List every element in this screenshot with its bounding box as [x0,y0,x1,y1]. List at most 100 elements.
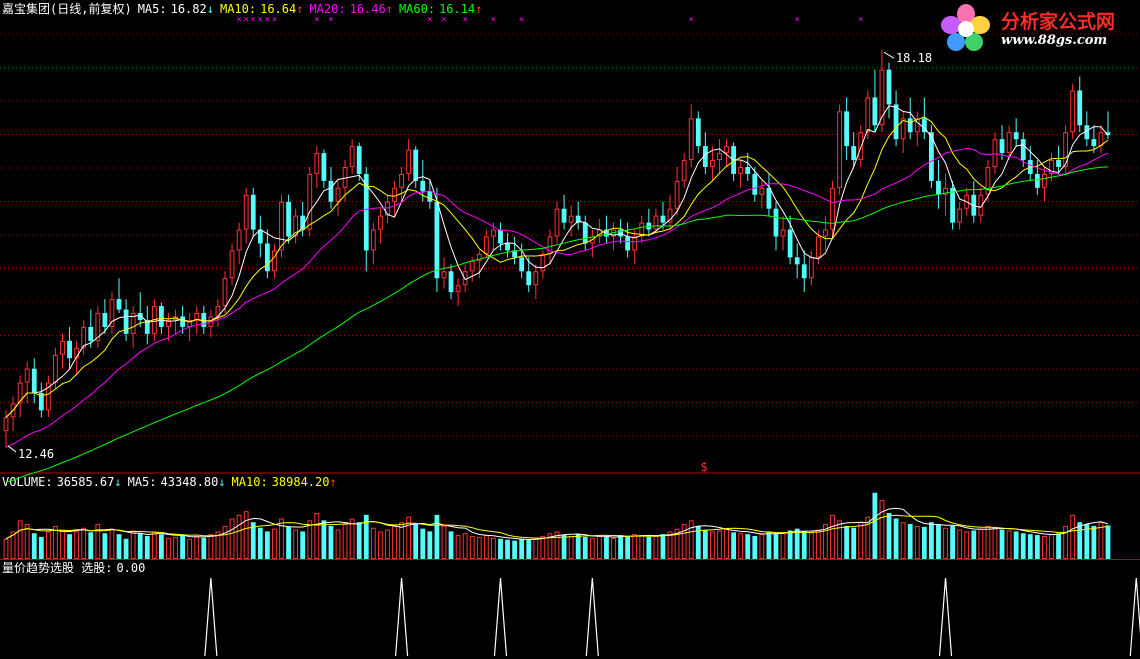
logo: 分析家公式网 www.88gs.com [935,3,1138,53]
signal-x-marker: × [236,15,241,25]
flower-logo-icon [941,4,990,51]
candle-body-up [399,173,404,188]
volume-bar-down [519,538,525,559]
candle-body-up [377,215,383,230]
volume-bar-down [67,534,72,559]
signal-x-marker: × [251,15,256,25]
volume-bar-up [109,528,115,560]
volume-bar-down [257,527,263,559]
volume-bar-down [31,533,37,559]
low-price-label: 12.46 [18,447,54,461]
volume-bar-up [1049,534,1054,559]
volume-bar-down [604,536,609,559]
candle-body-up [491,229,496,237]
volume-bar-down [618,535,623,559]
candle-body-down [936,180,941,195]
candle-body-down [413,149,419,181]
candle-body-up [335,187,341,202]
candle-body-up [24,368,30,383]
volume-bar-down [102,533,108,559]
volume-bar-up [808,532,814,560]
volume-bar-up [81,527,87,559]
candle-body-up [109,299,115,327]
signal-x-marker: × [258,15,263,25]
chart-canvas: 18.1812.46×××××××××××××××××$ [0,15,1140,657]
volume-bar-down [1027,534,1033,559]
candle-body-up [738,166,744,174]
candle-body-up [674,180,680,209]
signal-x-marker: × [265,15,270,25]
volume-bar-up [985,525,991,560]
volume-bar-down [801,531,807,559]
volume-bar-down [921,526,927,559]
volume-bar-up [307,520,313,559]
volume-bar-down [1034,535,1040,559]
candle-body-up [681,160,687,181]
candle-body-up [370,229,376,251]
volume-bar-down [745,534,751,559]
candle-body-up [653,215,659,230]
volume-bar-up [653,536,659,559]
volume-bar-down [787,530,793,559]
volume-bar-down [498,538,503,559]
candle-body-up [540,253,546,272]
volume-bar-up [173,536,178,559]
volume-bar-up [243,511,249,560]
candle-body-down [427,191,433,202]
volume-bar-down [766,531,772,559]
candle-body-up [469,260,475,272]
volume-bar-down [582,536,588,559]
volume-bar-down [1105,525,1111,559]
candle-body-down [264,243,270,272]
volume-bar-up [540,536,546,559]
volume-bar-up [469,536,475,559]
signal-spike [493,577,508,657]
volume-bar-up [992,527,998,559]
candle-body-up [865,97,871,133]
volume-bar-down [1077,522,1083,559]
volume-bar-up [759,534,765,559]
volume-bar-up [483,535,489,560]
volume-bar-up [342,524,348,559]
candle-body-up [53,354,58,383]
volume-bar-up [399,522,404,560]
candle-body-down [695,118,701,147]
volume-bar-down [950,525,955,559]
candle-body-down [886,69,892,105]
volume-bar-down [660,534,666,559]
volume-bar-up [130,530,136,559]
signal-spike [204,577,218,657]
volume-bar-down [505,539,510,559]
candle-body-up [957,208,963,223]
volume-bar-down [794,528,800,559]
volume-bar-up [914,525,920,560]
candle-body-up [349,146,355,167]
volume-bar-down [180,535,186,559]
signal-x-marker: × [794,15,799,25]
volume-bar-down [886,513,892,559]
volume-bar-down [526,539,532,559]
candle-body-up [483,236,489,254]
volume-bar-up [858,522,864,560]
candle-body-down [448,271,454,293]
volume-bar-up [717,530,722,559]
volume-bar-up [978,528,984,560]
volume-bar-up [370,527,376,559]
signal-x-marker: × [462,15,467,25]
candle-body-up [554,208,560,237]
candle-body-down [1013,132,1019,140]
candle-body-down [286,201,291,237]
volume-bar-up [335,529,341,559]
volume-bar-down [264,531,270,559]
signal-x-marker: × [441,15,446,25]
candle-body-down [1020,139,1026,161]
candle-body-down [159,306,164,327]
volume-bar-up [377,531,383,560]
volume-bar-up [780,532,786,560]
volume-bar-down [159,534,164,559]
volume-bar-up [53,525,58,560]
candle-body-down [773,208,779,237]
candle-body-down [31,368,37,393]
volume-bar-up [1042,536,1047,559]
candle-body-up [462,271,468,286]
